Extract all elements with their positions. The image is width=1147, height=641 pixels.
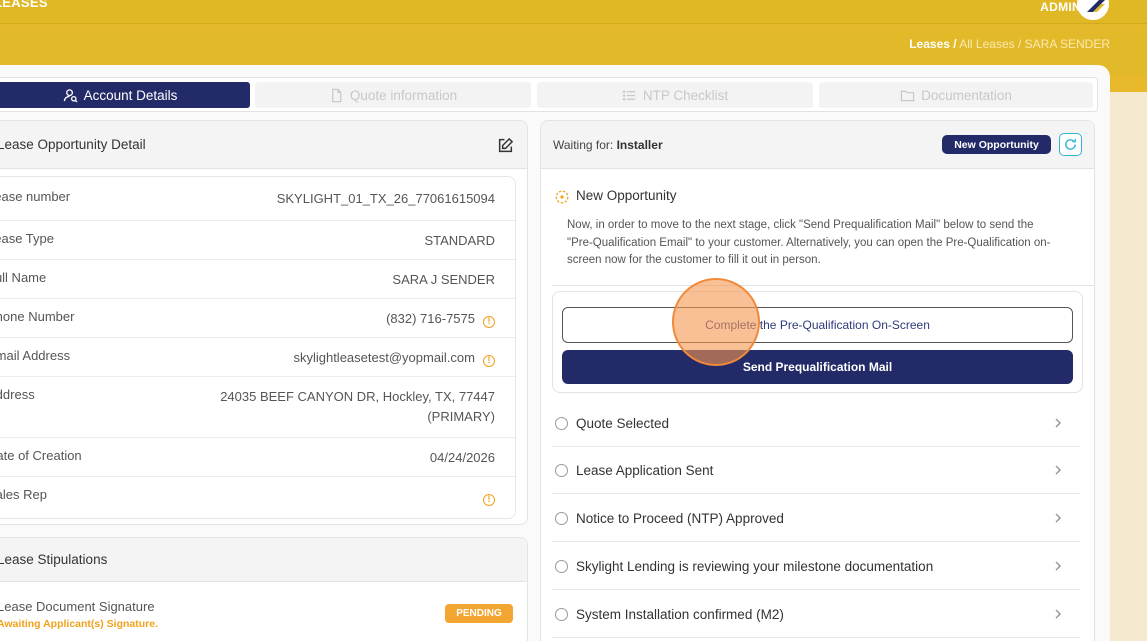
edit-icon[interactable] (497, 137, 514, 154)
detail-value: 04/24/2026 (429, 450, 495, 465)
detail-row: Sales Rep ! (0, 477, 515, 519)
page-title: LEASES (0, 0, 48, 10)
stipulations-card: Lease Stipulations Lease Document Signat… (0, 537, 528, 641)
stipulations-header: Lease Stipulations (0, 538, 527, 582)
waiting-for: Waiting for: Installer (553, 138, 663, 152)
list-icon (622, 89, 635, 101)
detail-value-wrap: (832) 716-7575! (386, 309, 495, 329)
breadcrumb-current: SARA SENDER (1024, 37, 1110, 51)
detail-label: Phone Number (0, 309, 75, 324)
stage-item[interactable]: Quote Selected (552, 400, 1080, 447)
stage-label: System Installation confirmed (M2) (576, 606, 784, 622)
detail-row: Address 24035 BEEF CANYON DR, Hockley, T… (0, 377, 515, 438)
stipulation-label: Lease Document Signature (0, 599, 155, 614)
current-stage-title: New Opportunity (576, 188, 677, 203)
refresh-button[interactable] (1059, 133, 1082, 156)
stage-label: Skylight Lending is reviewing your miles… (576, 558, 934, 574)
stage-badge: New Opportunity (942, 135, 1051, 154)
lease-detail-list: Lease number SKYLIGHT_01_TX_26_770616150… (0, 176, 516, 519)
document-icon (331, 88, 342, 102)
detail-label: Email Address (0, 348, 71, 363)
detail-row: Lease number SKYLIGHT_01_TX_26_770616150… (0, 177, 515, 221)
chevron-right-icon (1055, 465, 1062, 475)
refresh-icon (1065, 138, 1076, 150)
user-search-icon (63, 88, 78, 103)
tab-account-details[interactable]: Account Details (0, 82, 250, 108)
tab-label: Quote information (349, 87, 458, 103)
lease-detail-title: Lease Opportunity Detail (0, 137, 146, 152)
stage-item[interactable]: Lease Application Sent (552, 447, 1080, 494)
waiting-label: Waiting for: (553, 137, 614, 152)
stipulation-sub: Awaiting Applicant(s) Signature. (0, 618, 159, 630)
chevron-right-icon (1055, 513, 1062, 523)
lease-detail-card: Lease Opportunity Detail Lease number SK… (0, 120, 528, 525)
stipulations-title: Lease Stipulations (0, 552, 108, 567)
detail-label: Lease Type (0, 231, 54, 246)
stage-label: Notice to Proceed (NTP) Approved (576, 510, 784, 526)
detail-value: SKYLIGHT_01_TX_26_77061615094 (276, 191, 495, 206)
tab-quote-information[interactable]: Quote information (255, 82, 531, 108)
complete-prequal-onscreen-button[interactable]: Complete the Pre-Qualification On-Screen (562, 307, 1073, 343)
detail-value: SARA J SENDER (392, 272, 495, 287)
warning-icon[interactable]: ! (483, 316, 495, 328)
breadcrumb-all-leases[interactable]: All Leases / (957, 37, 1025, 51)
stage-item[interactable]: System Installation confirmed (M2) (552, 591, 1080, 638)
user-role: ADMIN (1040, 0, 1081, 14)
detail-label: Address (0, 387, 35, 402)
pending-circle-icon (555, 511, 568, 525)
chevron-right-icon (1055, 609, 1062, 619)
detail-row: Phone Number (832) 716-7575! (0, 299, 515, 338)
detail-value-wrap: ! (475, 487, 495, 507)
detail-value: (832) 716-7575 (386, 311, 475, 326)
status-badge: PENDING (445, 604, 513, 623)
click-indicator (672, 278, 760, 366)
lease-detail-header: Lease Opportunity Detail (0, 121, 527, 169)
waiting-value: Installer (616, 137, 663, 152)
stage-description: Now, in order to move to the next stage,… (567, 219, 1051, 266)
detail-label: Full Name (0, 270, 47, 285)
pending-circle-icon (555, 463, 568, 477)
stage-item[interactable]: Notice to Proceed (NTP) Approved (552, 495, 1080, 542)
address-line2: (PRIMARY) (427, 409, 495, 424)
tab-documentation[interactable]: Documentation (819, 82, 1093, 108)
tab-label: NTP Checklist (642, 87, 729, 103)
detail-row: Lease Type STANDARD (0, 221, 515, 260)
detail-row: Full Name SARA J SENDER (0, 260, 515, 299)
avatar[interactable] (1077, 0, 1109, 20)
chevron-right-icon (1055, 561, 1062, 571)
detail-row: Date of Creation 04/24/2026 (0, 438, 515, 477)
detail-value: 24035 BEEF CANYON DR, Hockley, TX, 77447… (220, 387, 495, 427)
breadcrumb-leases[interactable]: Leases / (909, 37, 956, 51)
detail-row: Email Address skylightleasetest@yopmail.… (0, 338, 515, 377)
stage-label: Lease Application Sent (576, 462, 714, 478)
tab-bar: Account Details Quote information NTP Ch… (0, 77, 1098, 112)
detail-label: Sales Rep (0, 487, 47, 502)
stage-label: Quote Selected (576, 415, 670, 431)
detail-label: Lease number (0, 189, 71, 204)
right-strip (1110, 92, 1147, 641)
tab-ntp-checklist[interactable]: NTP Checklist (537, 82, 813, 108)
stage-item[interactable]: Skylight Lending is reviewing your miles… (552, 543, 1080, 590)
tab-label: Documentation (921, 87, 1012, 103)
chevron-right-icon (1055, 418, 1062, 428)
warning-icon[interactable]: ! (483, 355, 495, 367)
folder-icon (900, 90, 915, 101)
detail-value: skylightleasetest@yopmail.com (293, 350, 475, 365)
pending-circle-icon (555, 607, 568, 621)
top-bar: LEASES ADMIN (0, 0, 1147, 24)
divider (552, 285, 1095, 286)
detail-value-wrap: skylightleasetest@yopmail.com! (293, 348, 495, 368)
warning-icon[interactable]: ! (483, 494, 495, 506)
pending-circle-icon (555, 416, 568, 430)
detail-label: Date of Creation (0, 448, 82, 463)
pending-circle-icon (555, 559, 568, 573)
detail-value: STANDARD (424, 233, 495, 248)
in-progress-icon (555, 190, 569, 204)
breadcrumb: Leases / All Leases / SARA SENDER (909, 37, 1110, 51)
tab-label: Account Details (83, 87, 178, 103)
address-line1: 24035 BEEF CANYON DR, Hockley, TX, 77447 (220, 389, 495, 404)
send-prequal-mail-button[interactable]: Send Prequalification Mail (562, 350, 1073, 384)
